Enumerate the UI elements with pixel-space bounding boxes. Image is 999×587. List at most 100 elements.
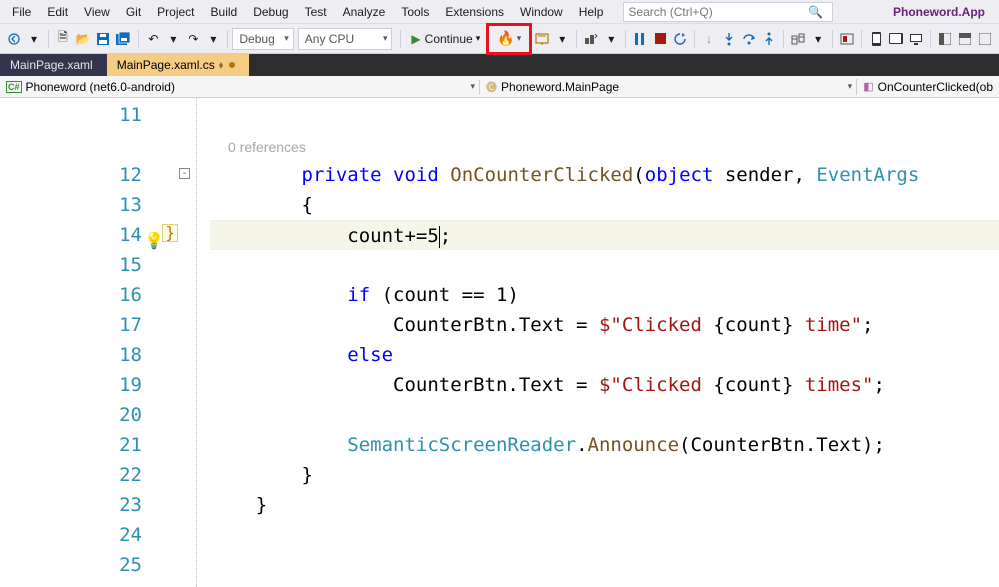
code-line[interactable] [210,520,999,550]
xaml-preview-button[interactable] [837,27,857,51]
code-line[interactable] [210,550,999,580]
browser-link-button[interactable] [532,27,552,51]
search-box[interactable]: 🔍 [623,2,833,22]
tab-MainPage-xaml-cs[interactable]: MainPage.xaml.cs⬧ [107,54,250,76]
separator [694,30,695,48]
menu-tools[interactable]: Tools [393,2,437,22]
restart-button[interactable] [670,27,690,51]
nav-project[interactable]: C# Phoneword (net6.0-android) ▾ [0,80,480,94]
menu-window[interactable]: Window [512,2,571,22]
code-line[interactable]: { [210,190,999,220]
line-number: 16 [0,280,160,310]
step-over-button[interactable] [739,27,759,51]
redo-button[interactable]: ↷ [183,27,203,51]
menu-build[interactable]: Build [203,2,246,22]
refresh-dropdown[interactable]: ▾ [552,27,572,51]
menu-extensions[interactable]: Extensions [437,2,512,22]
line-number: 20 [0,400,160,430]
code-line[interactable] [210,250,999,280]
menu-debug[interactable]: Debug [245,2,296,22]
separator [227,30,228,48]
continue-label: Continue [425,32,473,46]
code-line[interactable]: } [210,490,999,520]
nav-project-label: Phoneword (net6.0-android) [26,80,175,94]
stop-button[interactable] [650,27,670,51]
nav-forward-button[interactable]: ▾ [24,27,44,51]
line-number: 21 [0,430,160,460]
tab-label: MainPage.xaml [10,58,93,72]
separator [930,30,931,48]
step-into-button[interactable] [719,27,739,51]
platform-combo[interactable]: Any CPU [298,28,393,50]
app-title: Phoneword.App [883,5,995,19]
device-tablet-button[interactable] [886,27,906,51]
frames-button[interactable] [788,27,808,51]
menu-test[interactable]: Test [297,2,335,22]
new-file-button[interactable]: 🗎 [53,27,73,51]
tab-MainPage-xaml[interactable]: MainPage.xaml [0,54,107,76]
hot-reload-icon: 🔥 [497,30,514,47]
menu-analyze[interactable]: Analyze [335,2,394,22]
code-line[interactable]: count+=5; [210,220,999,250]
nav-class[interactable]: 🅒 Phoneword.MainPage ▾ [480,79,857,95]
menu-bar: FileEditViewGitProjectBuildDebugTestAnal… [0,0,999,24]
code-line[interactable]: private void OnCounterClicked(object sen… [210,160,999,190]
layout-button-1[interactable] [935,27,955,51]
code-editor[interactable]: 1112-1314💡}1516171819202122232425 0 refe… [0,98,999,587]
line-number: 19 [0,370,160,400]
search-input[interactable] [628,5,808,19]
pause-button[interactable] [630,27,650,51]
code-line[interactable]: SemanticScreenReader.Announce(CounterBtn… [210,430,999,460]
step-out-button[interactable] [759,27,779,51]
code-line[interactable] [210,400,999,430]
process-button[interactable] [581,27,601,51]
config-combo[interactable]: Debug [232,28,293,50]
separator [861,30,862,48]
separator [625,30,626,48]
references-codelens[interactable]: 0 references [210,130,999,160]
step-arrow-button[interactable]: ↓ [699,27,719,51]
menu-help[interactable]: Help [571,2,612,22]
nav-back-button[interactable] [4,27,24,51]
code-line[interactable]: } [210,460,999,490]
save-all-button[interactable] [113,27,134,51]
code-line[interactable] [210,100,999,130]
layout-button-2[interactable] [955,27,975,51]
device-desktop-button[interactable] [906,27,926,51]
thread-dropdown[interactable]: ▾ [601,27,621,51]
undo-button[interactable]: ↶ [143,27,163,51]
save-button[interactable] [93,27,113,51]
line-number: 13 [0,190,160,220]
menu-git[interactable]: Git [118,2,149,22]
continue-button[interactable]: ▶Continue ▾ [405,28,486,50]
code-line[interactable]: if (count == 1) [210,280,999,310]
menu-view[interactable]: View [76,2,118,22]
nav-class-label: Phoneword.MainPage [501,80,619,94]
code-area[interactable]: 0 references private void OnCounterClick… [160,98,999,587]
menu-file[interactable]: File [4,2,39,22]
line-number: 14💡} [0,220,160,250]
separator [400,30,401,48]
tab-label: MainPage.xaml.cs [117,58,215,72]
menu-project[interactable]: Project [149,2,202,22]
device-phone-button[interactable] [866,27,886,51]
separator [138,30,139,48]
line-number: 18 [0,340,160,370]
method-icon: ◧ [863,80,873,93]
layout-button-3[interactable] [975,27,995,51]
undo-dropdown[interactable]: ▾ [163,27,183,51]
frames-dropdown[interactable]: ▾ [808,27,828,51]
class-icon: 🅒 [486,79,497,95]
nav-member[interactable]: ◧ OnCounterClicked(ob [857,80,999,94]
open-button[interactable]: 📂 [73,27,93,51]
main-toolbar: ▾ 🗎 📂 ↶ ▾ ↷ ▾ Debug Any CPU ▶Continue ▾ … [0,24,999,54]
code-line[interactable]: CounterBtn.Text = $"Clicked {count} time… [210,310,999,340]
separator [832,30,833,48]
menu-edit[interactable]: Edit [39,2,76,22]
line-gutter: 1112-1314💡}1516171819202122232425 [0,98,160,587]
code-line[interactable]: else [210,340,999,370]
code-line[interactable]: CounterBtn.Text = $"Clicked {count} time… [210,370,999,400]
redo-dropdown[interactable]: ▾ [203,27,223,51]
hot-reload-button[interactable]: 🔥▾ [486,23,532,55]
line-number: 11 [0,100,160,130]
